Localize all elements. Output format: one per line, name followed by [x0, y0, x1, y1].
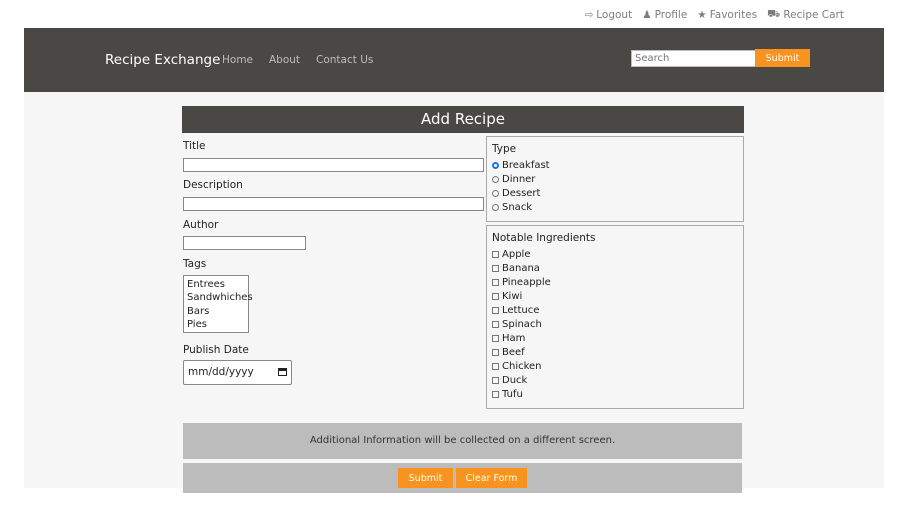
ingredient-label: Kiwi	[502, 291, 523, 302]
title-input[interactable]	[183, 158, 484, 172]
ingredient-label: Apple	[502, 249, 531, 260]
nav-about[interactable]: About	[269, 54, 300, 66]
checkbox-icon[interactable]	[492, 349, 499, 356]
ingredient-label: Ham	[502, 333, 526, 344]
ingredient-option-spinach[interactable]: Spinach	[492, 319, 542, 330]
ingredient-option-duck[interactable]: Duck	[492, 375, 527, 386]
tags-listbox[interactable]: Entrees Sandwhiches Bars Pies	[183, 275, 253, 333]
ingredient-label: Chicken	[502, 361, 542, 372]
profile-link[interactable]: ♟ Profile	[642, 8, 687, 22]
profile-label: Profile	[654, 9, 688, 21]
ingredient-label: Pineapple	[502, 277, 551, 288]
type-option-breakfast[interactable]: Breakfast	[492, 160, 550, 171]
tag-option[interactable]: Bars	[187, 305, 245, 318]
tag-option[interactable]: Sandwhiches	[187, 291, 253, 304]
checkbox-icon[interactable]	[492, 307, 499, 314]
radio-icon[interactable]	[492, 190, 499, 197]
tag-option[interactable]: Pies	[187, 318, 245, 331]
ingredients-fieldset: Notable Ingredients Apple Banana Pineapp…	[486, 225, 744, 409]
ingredient-option-beef[interactable]: Beef	[492, 347, 525, 358]
title-label: Title	[183, 140, 206, 152]
checkbox-icon[interactable]	[492, 265, 499, 272]
ingredient-option-kiwi[interactable]: Kiwi	[492, 291, 522, 302]
ingredient-label: Duck	[502, 375, 528, 386]
type-option-dinner[interactable]: Dinner	[492, 174, 535, 185]
ingredient-option-chicken[interactable]: Chicken	[492, 361, 542, 372]
cart-icon: ⛟	[767, 8, 781, 20]
checkbox-icon[interactable]	[492, 251, 499, 258]
checkbox-icon[interactable]	[492, 391, 499, 398]
favorites-link[interactable]: ★ Favorites	[697, 8, 757, 22]
checkbox-icon[interactable]	[492, 363, 499, 370]
logout-link[interactable]: ⇨ Logout	[584, 8, 632, 22]
ingredient-label: Tufu	[502, 389, 523, 400]
author-label: Author	[183, 219, 219, 231]
radio-icon[interactable]	[492, 204, 499, 211]
ingredient-label: Banana	[502, 263, 540, 274]
ingredient-label: Spinach	[502, 319, 542, 330]
logout-icon: ⇨	[584, 9, 594, 21]
ingredient-label: Beef	[502, 347, 525, 358]
type-option-label: Breakfast	[502, 160, 550, 171]
form-title: Add Recipe	[182, 106, 744, 133]
info-banner: Additional Information will be collected…	[183, 423, 742, 459]
page: ⇨ Logout ♟ Profile ★ Favorites ⛟ Recipe …	[24, 8, 884, 493]
ingredient-option-banana[interactable]: Banana	[492, 263, 540, 274]
nav-home[interactable]: Home	[222, 54, 253, 66]
publish-date-label: Publish Date	[183, 344, 249, 356]
ingredient-label: Lettuce	[502, 305, 540, 316]
checkbox-icon[interactable]	[492, 279, 499, 286]
type-option-label: Snack	[502, 202, 533, 213]
ingredient-option-ham[interactable]: Ham	[492, 333, 525, 344]
publish-date-input[interactable]: mm/dd/yyyy	[183, 360, 292, 385]
brand-link[interactable]: Recipe Exchange	[105, 52, 220, 68]
checkbox-icon[interactable]	[492, 335, 499, 342]
logout-label: Logout	[596, 9, 633, 21]
ingredients-legend: Notable Ingredients	[492, 232, 596, 244]
checkbox-icon[interactable]	[492, 321, 499, 328]
navbar: Recipe Exchange Home About Contact Us Su…	[24, 28, 884, 92]
radio-selected-icon[interactable]	[492, 162, 499, 169]
description-label: Description	[183, 179, 243, 191]
checkbox-icon[interactable]	[492, 293, 499, 300]
recipe-cart-label: Recipe Cart	[783, 9, 844, 21]
ingredient-option-tufu[interactable]: Tufu	[492, 389, 523, 400]
ingredient-option-apple[interactable]: Apple	[492, 249, 530, 260]
type-option-label: Dinner	[502, 174, 536, 185]
top-utility-bar: ⇨ Logout ♟ Profile ★ Favorites ⛟ Recipe …	[24, 8, 884, 28]
profile-icon: ♟	[642, 9, 652, 21]
ingredient-option-lettuce[interactable]: Lettuce	[492, 305, 539, 316]
submit-button[interactable]: Submit	[398, 468, 453, 488]
tags-label: Tags	[183, 258, 207, 270]
star-icon: ★	[697, 9, 707, 21]
search-input[interactable]	[631, 50, 757, 67]
tag-option[interactable]: Entrees	[187, 278, 245, 291]
recipe-cart-link[interactable]: ⛟ Recipe Cart	[767, 8, 844, 22]
add-recipe-form: Add Recipe Title Description Author Tags…	[182, 106, 744, 493]
search-submit-button[interactable]: Submit	[755, 49, 810, 67]
author-input[interactable]	[183, 236, 306, 250]
favorites-label: Favorites	[709, 9, 758, 21]
calendar-icon[interactable]	[278, 368, 287, 376]
clear-form-button[interactable]: Clear Form	[456, 468, 527, 488]
radio-icon[interactable]	[492, 176, 499, 183]
date-placeholder: mm/dd/yyyy	[188, 366, 254, 378]
ingredient-option-pineapple[interactable]: Pineapple	[492, 277, 551, 288]
form-actions: Submit Clear Form	[183, 463, 742, 493]
type-option-label: Dessert	[502, 188, 541, 199]
checkbox-icon[interactable]	[492, 377, 499, 384]
top-links: ⇨ Logout ♟ Profile ★ Favorites ⛟ Recipe …	[584, 8, 844, 22]
type-option-dessert[interactable]: Dessert	[492, 188, 540, 199]
nav-contact-us[interactable]: Contact Us	[316, 54, 373, 66]
description-input[interactable]	[183, 197, 484, 211]
type-fieldset: Type Breakfast Dinner Dessert Snack	[486, 136, 744, 222]
type-option-snack[interactable]: Snack	[492, 202, 532, 213]
type-legend: Type	[492, 143, 517, 155]
